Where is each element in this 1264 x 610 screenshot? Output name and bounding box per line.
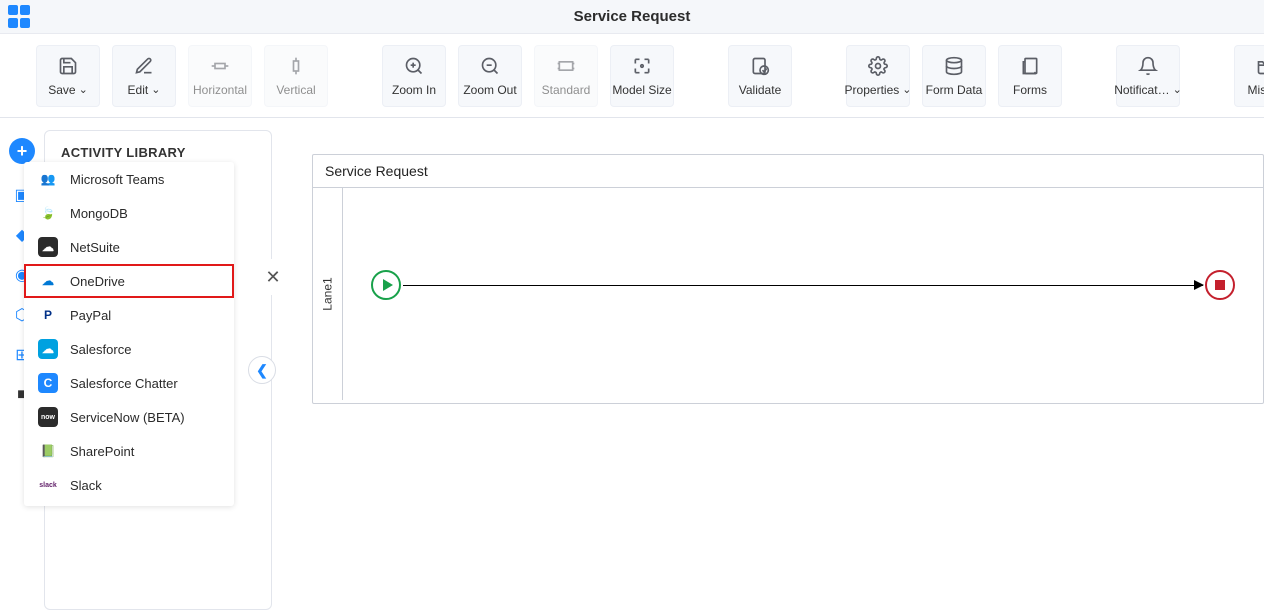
activity-library-dropdown: 👥 Microsoft Teams 🍃 MongoDB ☁ NetSuite ☁ OneDri… xyxy=(24,162,234,506)
library-item-label: NetSuite xyxy=(70,240,120,255)
vertical-button[interactable]: Vertical xyxy=(264,45,328,107)
model-size-icon xyxy=(631,55,653,77)
canvas-area: Service Request Lane1 xyxy=(292,118,1264,508)
model-size-label: Model Size xyxy=(612,83,671,97)
chevron-down-icon: ⌄ xyxy=(1173,83,1182,96)
library-item-label: ServiceNow (BETA) xyxy=(70,410,185,425)
library-item-label: SharePoint xyxy=(70,444,134,459)
library-item-onedrive[interactable]: ☁ OneDrive xyxy=(24,264,234,298)
paypal-icon: P xyxy=(38,305,58,325)
save-icon xyxy=(57,55,79,77)
library-item-label: Salesforce xyxy=(70,342,131,357)
validate-button[interactable]: Validate xyxy=(728,45,792,107)
vertical-icon xyxy=(285,55,307,77)
validate-icon xyxy=(749,55,771,77)
top-header: Service Request xyxy=(0,0,1264,34)
validate-label: Validate xyxy=(739,83,781,97)
zoom-out-label: Zoom Out xyxy=(463,83,516,97)
salesforce-chatter-icon: C xyxy=(38,373,58,393)
horizontal-label: Horizontal xyxy=(193,83,247,97)
mongodb-icon: 🍃 xyxy=(38,203,58,223)
add-activity-button[interactable]: + xyxy=(9,138,35,164)
sharepoint-icon: 📗 xyxy=(38,441,58,461)
properties-label: Properties xyxy=(845,83,900,97)
gear-icon xyxy=(867,55,889,77)
library-item-servicenow-beta-[interactable]: now ServiceNow (BETA) xyxy=(24,400,234,434)
library-item-label: Salesforce Chatter xyxy=(70,376,178,391)
form-data-label: Form Data xyxy=(926,83,983,97)
edit-icon xyxy=(133,55,155,77)
library-item-label: PayPal xyxy=(70,308,111,323)
chevron-down-icon: ⌄ xyxy=(902,83,911,96)
standard-label: Standard xyxy=(542,83,591,97)
standard-icon xyxy=(555,55,577,77)
zoom-in-label: Zoom In xyxy=(392,83,436,97)
library-item-social-network[interactable]: 🔗Social Network xyxy=(24,502,234,506)
close-icon[interactable]: ✕ xyxy=(255,259,291,295)
library-item-paypal[interactable]: P PayPal xyxy=(24,298,234,332)
netsuite-icon: ☁ xyxy=(38,237,58,257)
zoom-in-button[interactable]: Zoom In xyxy=(382,45,446,107)
library-item-label: MongoDB xyxy=(70,206,128,221)
edit-button[interactable]: Edit⌄ xyxy=(112,45,176,107)
bell-icon xyxy=(1137,55,1159,77)
start-node-icon[interactable] xyxy=(371,270,401,300)
notifications-label: Notificat… xyxy=(1114,83,1169,97)
page-title: Service Request xyxy=(574,8,691,25)
collapse-panel-button[interactable]: ❮ xyxy=(248,356,276,384)
library-item-salesforce[interactable]: ☁ Salesforce xyxy=(24,332,234,366)
onedrive-icon: ☁ xyxy=(38,271,58,291)
forms-icon xyxy=(1019,55,1041,77)
form-data-button[interactable]: Form Data xyxy=(922,45,986,107)
zoom-in-icon xyxy=(403,55,425,77)
slack-icon: slack xyxy=(38,475,58,495)
library-item-label: OneDrive xyxy=(70,274,125,289)
microsoft-teams-icon: 👥 xyxy=(38,169,58,189)
save-label: Save xyxy=(48,83,75,97)
vertical-label: Vertical xyxy=(276,83,315,97)
zoom-out-button[interactable]: Zoom Out xyxy=(458,45,522,107)
library-item-label: Slack xyxy=(70,478,102,493)
save-button[interactable]: Save ⌄ xyxy=(36,45,100,107)
library-item-sharepoint[interactable]: 📗 SharePoint xyxy=(24,434,234,468)
lane-label[interactable]: Lane1 xyxy=(313,188,343,400)
end-node-icon[interactable] xyxy=(1205,270,1235,300)
forms-label: Forms xyxy=(1013,83,1047,97)
standard-button[interactable]: Standard xyxy=(534,45,598,107)
misc-button[interactable]: Misc⌄ xyxy=(1234,45,1264,107)
chevron-down-icon: ⌄ xyxy=(79,83,88,96)
toolbar: Save⌄ Edit⌄ Horizontal Vertical Zoom In … xyxy=(0,34,1264,118)
library-scroll[interactable]: 👥 Microsoft Teams 🍃 MongoDB ☁ NetSuite ☁ OneDri… xyxy=(24,162,234,506)
notifications-button[interactable]: Notificat… ⌄ xyxy=(1116,45,1180,107)
salesforce-icon: ☁ xyxy=(38,339,58,359)
forms-button[interactable]: Forms xyxy=(998,45,1062,107)
canvas-title: Service Request xyxy=(313,155,1263,188)
lane-body[interactable] xyxy=(343,188,1263,400)
folder-icon xyxy=(1255,55,1264,77)
process-canvas[interactable]: Service Request Lane1 xyxy=(312,154,1264,404)
library-item-slack[interactable]: slack Slack xyxy=(24,468,234,502)
edit-label: Edit xyxy=(128,83,149,97)
horizontal-button[interactable]: Horizontal xyxy=(188,45,252,107)
panel-title: ACTIVITY LIBRARY xyxy=(45,131,271,166)
database-icon xyxy=(943,55,965,77)
library-item-label: Microsoft Teams xyxy=(70,172,164,187)
library-item-salesforce-chatter[interactable]: C Salesforce Chatter xyxy=(24,366,234,400)
horizontal-icon xyxy=(209,55,231,77)
properties-button[interactable]: Properties⌄ xyxy=(846,45,910,107)
misc-label: Misc xyxy=(1248,83,1264,97)
app-launcher-icon[interactable] xyxy=(8,5,32,29)
model-size-button[interactable]: Model Size xyxy=(610,45,674,107)
connector-line[interactable] xyxy=(403,285,1203,286)
library-item-netsuite[interactable]: ☁ NetSuite xyxy=(24,230,234,264)
zoom-out-icon xyxy=(479,55,501,77)
library-item-microsoft-teams[interactable]: 👥 Microsoft Teams xyxy=(24,162,234,196)
servicenow-beta--icon: now xyxy=(38,407,58,427)
chevron-down-icon: ⌄ xyxy=(151,83,160,96)
library-item-mongodb[interactable]: 🍃 MongoDB xyxy=(24,196,234,230)
